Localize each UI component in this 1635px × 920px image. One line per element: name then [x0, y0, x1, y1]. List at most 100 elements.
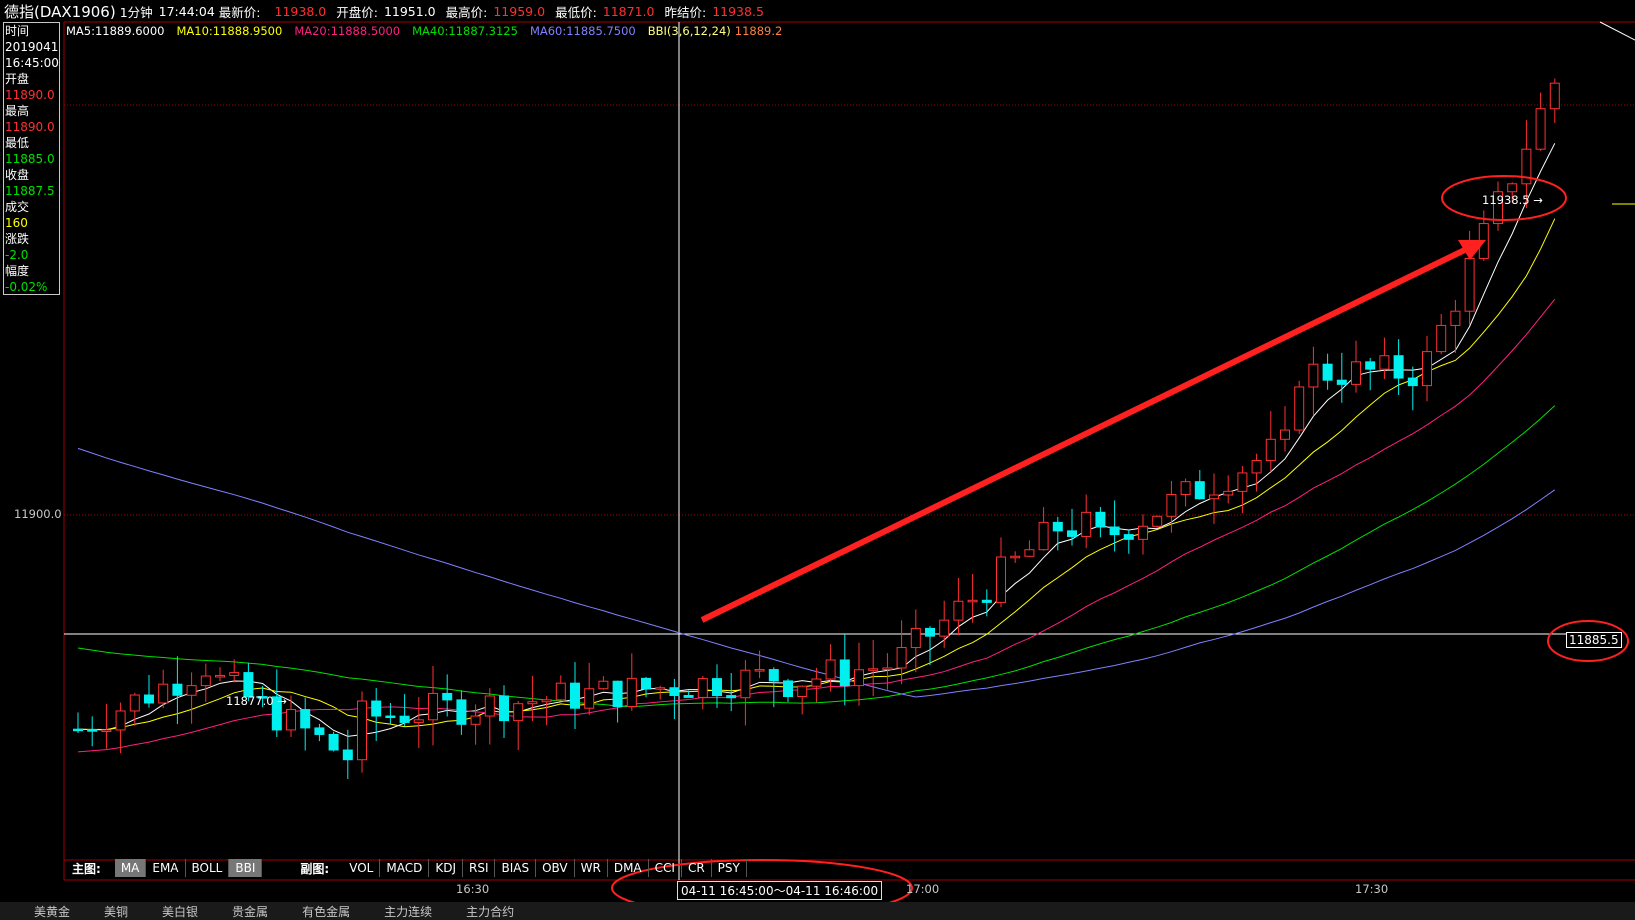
candle-body [1265, 438, 1276, 462]
candle-body [399, 715, 410, 723]
candle-body [413, 719, 424, 723]
low-marker-value: 11877.0 [226, 694, 274, 708]
info-row: 收盘 [5, 168, 30, 182]
candle-body [1365, 361, 1376, 370]
candle-body [1209, 494, 1219, 500]
candle-body [939, 619, 950, 637]
candle-body [1351, 361, 1361, 385]
sub-bias-button[interactable]: BIAS [495, 859, 537, 877]
sub-wr-button[interactable]: WR [575, 859, 608, 877]
ma-legend-item: MA60:11885.7500 [529, 24, 636, 38]
info-row: 11887.5 [5, 184, 55, 198]
market-tab[interactable]: 美黄金 [34, 903, 70, 920]
candle-body [371, 700, 382, 717]
candle-body [740, 669, 751, 699]
candle-body [1095, 511, 1106, 528]
sub-obv-button[interactable]: OBV [536, 859, 575, 877]
time-label: 17:44:04 [158, 3, 215, 19]
candle-body [896, 647, 907, 669]
chart-canvas[interactable] [0, 0, 1635, 920]
ma10-line [77, 218, 1556, 731]
time-range-label: 04-11 16:45:00〜04-11 16:46:00 [677, 881, 883, 900]
candle-body [1010, 555, 1021, 559]
candle-body [1464, 257, 1475, 312]
ma60-line [77, 447, 1556, 698]
candle-body [1308, 363, 1319, 388]
candle-body [1237, 472, 1248, 492]
candle-body [115, 710, 126, 731]
sub-vol-button[interactable]: VOL [343, 859, 381, 877]
candle-body [158, 683, 169, 704]
time-tick: 16:30 [456, 882, 490, 896]
candle-body [1180, 481, 1191, 495]
market-tab[interactable]: 主力连续 [384, 903, 432, 920]
candle-body [73, 728, 83, 732]
open-label: 开盘价: [336, 4, 378, 20]
candle-body [655, 687, 666, 690]
candle-body [683, 695, 694, 698]
crosshair-price-tag: 11885.5 [1566, 632, 1622, 648]
candle-body [996, 556, 1006, 603]
ma40-line [77, 405, 1556, 708]
candle-body [1067, 530, 1077, 537]
candle-body [910, 627, 921, 649]
info-row: 成交 [5, 200, 30, 214]
candle-body [641, 677, 651, 690]
info-row: -0.02% [5, 280, 48, 294]
period-label[interactable]: 1分钟 [120, 2, 153, 21]
candle-body [626, 677, 637, 708]
ma-legend-item: MA40:11887.3125 [412, 24, 518, 38]
quote-header: 德指(DAX1906) 1分钟 17:44:04 最新价: 11938.0 开盘… [0, 0, 1635, 22]
latest-value: 11938.0 [274, 3, 327, 19]
info-row: 涨跌 [5, 232, 30, 246]
info-row: 11890.0 [5, 88, 55, 102]
market-tab[interactable]: 美铜 [104, 903, 128, 920]
candle-body [1223, 490, 1234, 496]
ma-legend-item: 11889.2 [734, 24, 783, 38]
sub-kdj-button[interactable]: KDJ [429, 859, 463, 877]
candle-body [925, 627, 935, 637]
candle-body [314, 727, 325, 735]
info-row: 11890.0 [5, 120, 55, 134]
main-ema-button[interactable]: EMA [146, 859, 186, 877]
candle-body [1052, 521, 1063, 532]
sub-cr-button[interactable]: CR [682, 859, 712, 877]
candle-body [1194, 481, 1205, 500]
candle-body [129, 694, 140, 712]
candle-body [669, 687, 680, 697]
market-tab[interactable]: 主力合约 [466, 903, 514, 920]
prev-label: 昨结价: [664, 4, 707, 20]
candle-body [1038, 521, 1049, 551]
main-bbi-button[interactable]: BBI [229, 859, 263, 877]
market-tab[interactable]: 贵金属 [232, 903, 268, 920]
candle-body [1393, 355, 1404, 379]
main-ma-button[interactable]: MA [114, 859, 147, 877]
ma-legend: MA5:11889.6000 MA10:11888.9500 MA20:11888.… [66, 24, 794, 38]
sub-dma-button[interactable]: DMA [608, 859, 649, 877]
info-row: 160 [5, 216, 28, 230]
arrow-right-icon: → [1529, 193, 1543, 207]
sub-cci-button[interactable]: CCI [649, 859, 682, 877]
high-label: 最高价: [445, 4, 488, 20]
sub-rsi-button[interactable]: RSI [463, 859, 496, 877]
high-marker-value: 11938.5 [1482, 193, 1530, 207]
sub-macd-button[interactable]: MACD [380, 859, 430, 877]
ma5-line [77, 143, 1556, 737]
main-boll-button[interactable]: BOLL [186, 859, 230, 877]
candle-body [527, 701, 538, 705]
candle-body [811, 678, 822, 687]
candle-body [783, 680, 793, 697]
candle-body [186, 685, 197, 696]
sub-psy-button[interactable]: PSY [712, 859, 747, 877]
candle-body [1166, 493, 1177, 517]
trend-arrow [700, 240, 1486, 623]
market-tab[interactable]: 美白银 [162, 903, 198, 920]
ma-legend-item: MA5:11889.6000 [66, 24, 165, 38]
arrow-right-icon: → [273, 694, 287, 708]
market-tab[interactable]: 有色金属 [302, 903, 350, 920]
candle-body [1123, 534, 1134, 540]
candle-body [570, 682, 580, 709]
candle-body [1450, 310, 1461, 326]
candle-body [484, 695, 495, 717]
candle-body [243, 672, 254, 698]
